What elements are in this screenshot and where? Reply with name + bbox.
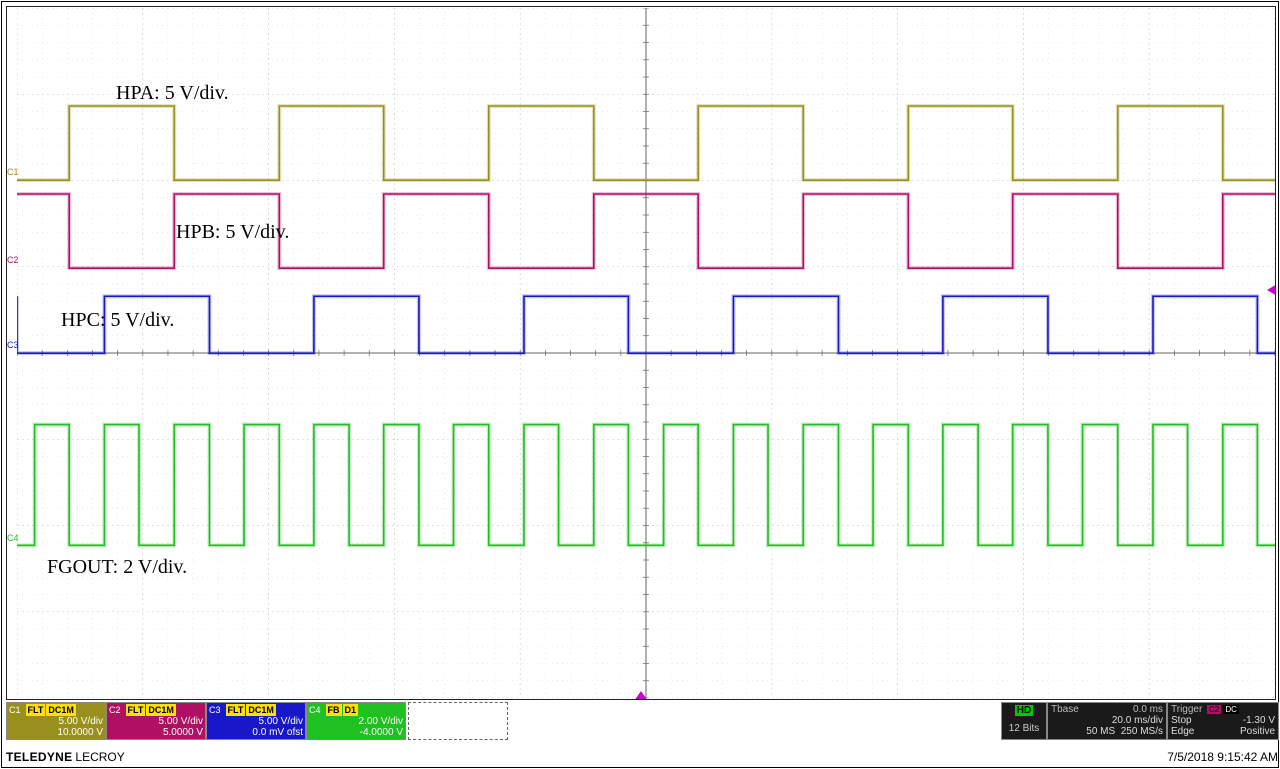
channel-box-c1[interactable]: C1 FLTDC1M 5.00 V/div10.0000 V bbox=[6, 702, 106, 740]
footer: TELEDYNE LECROY 7/5/2018 9:15:42 AM bbox=[6, 749, 1278, 765]
trigger-level-indicator bbox=[1267, 284, 1276, 296]
channel-box-c3[interactable]: C3 FLTDC1M 5.00 V/div0.0 mV ofst bbox=[206, 702, 306, 740]
timebase-box[interactable]: Tbase0.0 ms 20.0 ms/div 50 MS 250 MS/s bbox=[1047, 702, 1167, 740]
brand-logo: TELEDYNE bbox=[6, 750, 72, 764]
annotation-fgout: FGOUT: 2 V/div. bbox=[47, 556, 187, 579]
annotation-hpc: HPC: 5 V/div. bbox=[61, 309, 174, 332]
timestamp: 7/5/2018 9:15:42 AM bbox=[1167, 750, 1278, 764]
channel-box-c2[interactable]: C2 FLTDC1M 5.00 V/div5.0000 V bbox=[106, 702, 206, 740]
info-bar: C1 FLTDC1M 5.00 V/div10.0000 V C2 FLTDC1… bbox=[6, 702, 1279, 742]
trigger-box[interactable]: Trigger C2DC Stop-1.30 V EdgePositive bbox=[1167, 702, 1279, 740]
brand-sub: LECROY bbox=[75, 750, 124, 764]
channel-box-c4[interactable]: C4 FBD1 2.00 V/div-4.0000 V bbox=[306, 702, 406, 740]
plot-area: C1 C2 C3 C4 HPA: 5 V/div. HPB: 5 V/div. … bbox=[6, 6, 1276, 700]
window: C1 C2 C3 C4 HPA: 5 V/div. HPB: 5 V/div. … bbox=[1, 1, 1279, 768]
empty-slot[interactable] bbox=[408, 702, 508, 740]
hd-box[interactable]: HD 12 Bits bbox=[1001, 702, 1047, 740]
annotation-hpb: HPB: 5 V/div. bbox=[176, 221, 289, 244]
annotation-hpa: HPA: 5 V/div. bbox=[116, 82, 229, 105]
waveform-plot bbox=[17, 8, 1275, 698]
right-boxes: Tbase0.0 ms 20.0 ms/div 50 MS 250 MS/s T… bbox=[1047, 702, 1279, 740]
trigger-position-indicator bbox=[634, 691, 648, 700]
